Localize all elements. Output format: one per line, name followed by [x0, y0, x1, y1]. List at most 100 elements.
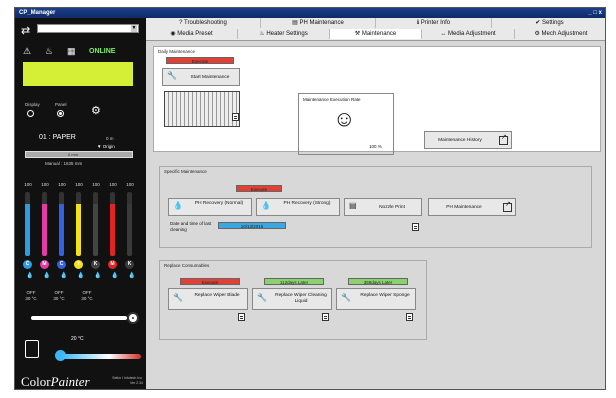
tab-heater-settings[interactable]: ♨ Heater Settings	[238, 29, 330, 39]
lcd-display	[23, 62, 133, 86]
ink-fill	[127, 203, 132, 256]
ph-recovery-strong-button[interactable]: 💧 PH Recovery (Strong)	[256, 198, 340, 216]
ink-drop-icon: 💧	[43, 273, 51, 279]
origin-label: ▼ Origin	[97, 144, 115, 149]
button-label: Maintenance History	[438, 138, 482, 143]
status-panel: ⇄ ▼ ⚠ ♨ ▦ ONLINE Display Panel ⚙ 01 : PA…	[15, 18, 146, 389]
start-maintenance-button[interactable]: 🔧 Start Maintenance	[162, 68, 240, 86]
replace-wiper-blade-button[interactable]: 🔧 Replace Wiper Blade	[168, 288, 248, 310]
document-icon[interactable]	[322, 313, 329, 321]
version-label: Ver 2.34	[129, 381, 143, 385]
ph-maintenance-button[interactable]: PH Maintenance	[428, 198, 516, 216]
ink-tube	[76, 192, 81, 256]
button-label: Replace Wiper Sponge	[360, 293, 410, 298]
ink-color-badge: M	[40, 260, 49, 269]
external-link-icon	[503, 202, 512, 212]
ink-percent: 100	[41, 182, 49, 187]
printer-diagram	[164, 91, 240, 127]
replace-wiper-sponge-button[interactable]: 🔧 Replace Wiper Sponge	[336, 288, 416, 310]
paper-position-bar: 0 mm	[25, 151, 133, 158]
ink-color-badge: M	[108, 260, 117, 269]
button-label: Replace Wiper Cleaning Liquid	[275, 293, 327, 304]
ink-tube	[127, 192, 132, 256]
smiley-icon: ☺	[333, 106, 356, 131]
button-label: Start Maintenance	[190, 75, 230, 80]
ink-level-7: 100 K 💧	[123, 182, 137, 288]
nozzle-print-button[interactable]: ▤ Nozzle Print	[344, 198, 422, 216]
maintenance-page: Daily Maintenance Execute 🔧 Start Mainte…	[153, 46, 601, 378]
wrench-icon: 🔧	[167, 71, 177, 80]
ink-level-4: 100 Y 💧	[72, 182, 86, 288]
ink-fill	[110, 203, 115, 256]
ink-fill	[93, 203, 98, 256]
tab-label: Settings	[542, 20, 564, 26]
tab-ph-maintenance[interactable]: ▤ PH Maintenance	[261, 18, 376, 28]
tab-printer-info[interactable]: ℹ Printer Info	[376, 18, 492, 28]
tab-label: Maintenance	[361, 31, 397, 37]
tab-label: Media Adjustment	[447, 31, 496, 37]
replace-consumables-section: Replace Consumables Execute 🔧 Replace Wi…	[159, 260, 427, 340]
ink-level-3: 100 C 💧	[55, 182, 69, 288]
slider-knob[interactable]	[127, 312, 139, 324]
display-radio[interactable]	[27, 110, 34, 117]
tab-troubleshooting[interactable]: ? Troubleshooting	[146, 18, 261, 28]
last-cleaning-label: Date and time of last cleaning	[170, 221, 212, 232]
ink-level-2: 100 M 💧	[38, 182, 52, 288]
heater-1-temp: 30 °C	[25, 296, 37, 301]
document-icon[interactable]	[412, 223, 419, 231]
heater-3-status: OFF 30 °C	[75, 290, 99, 302]
ink-percent: 100	[58, 182, 66, 187]
window-title: CP_Manager	[19, 10, 56, 16]
heater-icon: ♨	[45, 46, 54, 56]
tab-mech-adjustment[interactable]: ⚙ Mech Adjustment	[515, 29, 605, 39]
ink-drop-icon: 💧	[111, 273, 119, 279]
ink-fill	[42, 203, 47, 256]
paper-bar-label: 0 mm	[68, 152, 78, 157]
button-label: PH Recovery (Strong)	[283, 201, 331, 206]
tab-media-adjustment[interactable]: ↔ Media Adjustment	[422, 29, 515, 39]
wiper-blade-status: Execute	[180, 278, 240, 285]
chevron-down-icon[interactable]: ▼	[131, 25, 137, 32]
ink-fill	[76, 203, 81, 256]
online-status: ONLINE	[89, 48, 116, 55]
rate-title: Maintenance Execution Rate	[303, 97, 361, 102]
daily-status: Execute	[166, 57, 234, 64]
ink-tube	[25, 192, 30, 256]
tab-label: PH Maintenance	[299, 20, 344, 26]
panel-label: Panel	[55, 102, 67, 107]
execution-rate-box: Maintenance Execution Rate ☺ 100 %	[298, 93, 394, 155]
heater-1-status: OFF 30 °C	[19, 290, 43, 302]
tab-label: Troubleshooting	[184, 20, 227, 26]
tab-maintenance[interactable]: ⚒ Maintenance	[330, 29, 422, 39]
section-title: Specific Maintenance	[164, 169, 207, 174]
tab-settings[interactable]: ✔ Settings	[492, 18, 605, 28]
display-label: Display	[25, 102, 40, 107]
heater-slider[interactable]	[31, 312, 139, 324]
panel-radio[interactable]	[57, 110, 64, 117]
colorpainter-logo: ColorPainter	[21, 374, 90, 389]
title-bar: CP_Manager _ □ x	[15, 8, 605, 18]
ph-recovery-normal-button[interactable]: 💧 PH Recovery (Normal)	[168, 198, 252, 216]
section-title: Daily Maintenance	[158, 49, 196, 54]
document-icon[interactable]	[238, 313, 245, 321]
device-select[interactable]: ▼	[37, 24, 139, 33]
swap-icon[interactable]: ⇄	[21, 24, 30, 37]
paper-position: 0 m	[106, 136, 114, 141]
document-icon[interactable]	[406, 313, 413, 321]
heater-2-status: OFF 30 °C	[47, 290, 71, 302]
replace-wiper-liquid-button[interactable]: 🔧 Replace Wiper Cleaning Liquid	[252, 288, 332, 310]
document-icon[interactable]	[232, 113, 239, 121]
slider-track[interactable]	[31, 316, 127, 320]
wiper-liquid-status: 112days Later	[264, 278, 324, 285]
ink-drop-icon: 💧	[94, 273, 102, 279]
wrench-icon: 🔧	[341, 293, 351, 302]
window-controls[interactable]: _ □ x	[584, 9, 602, 17]
ink-drop-icon: 💧	[26, 273, 34, 279]
ink-fill	[25, 203, 30, 256]
button-label: PH Maintenance	[446, 205, 482, 210]
app-window: CP_Manager _ □ x ⇄ ▼ ⚠ ♨ ▦ ONLINE Displa…	[14, 7, 606, 390]
panel-settings-icon[interactable]: ⚙	[91, 104, 101, 117]
last-cleaning-value: 10/13/2015	[218, 222, 286, 229]
maintenance-history-button[interactable]: Maintenance History	[424, 131, 512, 149]
tab-media-preset[interactable]: ◉ Media Preset	[146, 29, 238, 39]
